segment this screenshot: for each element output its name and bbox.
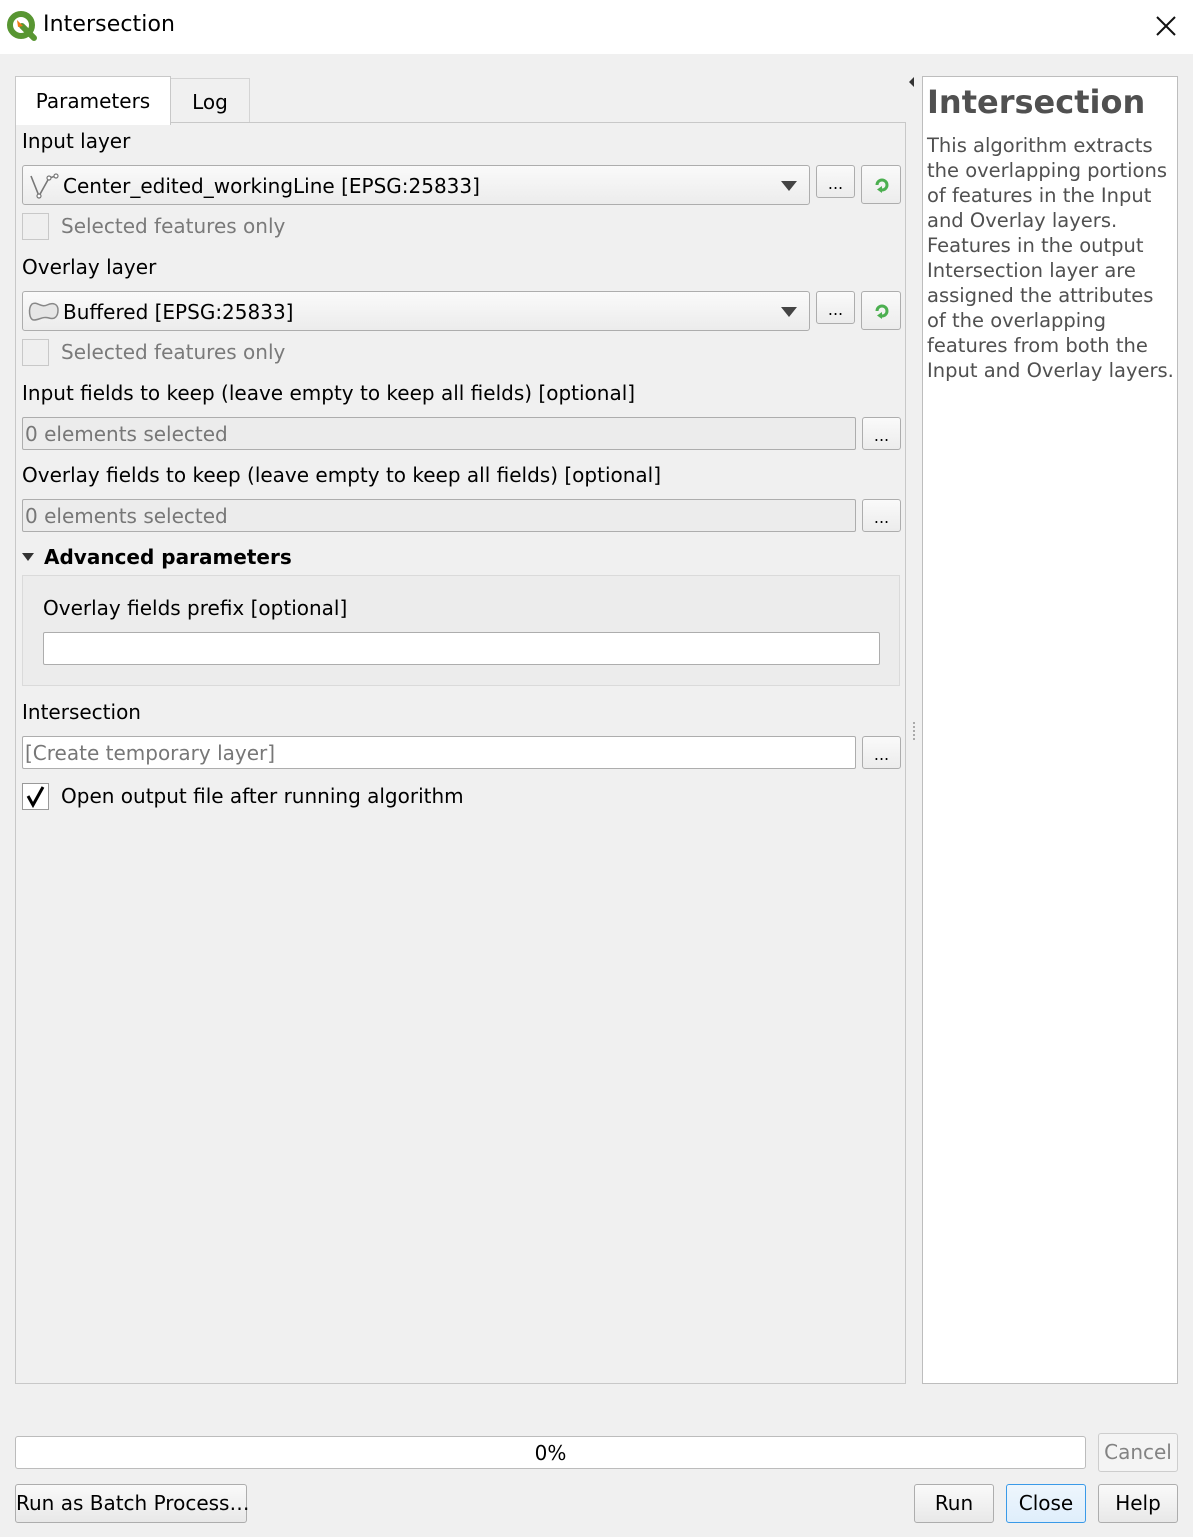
advanced-parameters-toggle[interactable]: Advanced parameters (22, 545, 292, 569)
input-layer-iterate-button[interactable] (861, 165, 901, 204)
input-layer-browse-button[interactable]: ... (816, 165, 855, 198)
input-fields-browse-button[interactable]: ... (862, 417, 901, 450)
tab-log[interactable]: Log (170, 78, 250, 124)
open-output-checkbox[interactable] (22, 783, 49, 810)
close-icon[interactable] (1152, 12, 1180, 40)
run-button[interactable]: Run (914, 1484, 994, 1523)
checkmark-icon (26, 786, 45, 809)
advanced-parameters-group: Overlay fields prefix [optional] (22, 575, 900, 686)
triangle-down-icon (22, 552, 34, 561)
progress-label: 0% (534, 1441, 567, 1465)
polygon-layer-icon (28, 302, 59, 321)
overlay-layer-iterate-button[interactable] (861, 291, 901, 330)
output-label: Intersection (22, 700, 141, 724)
help-title: Intersection (927, 83, 1146, 121)
chevron-down-icon (781, 307, 797, 317)
iterate-icon (875, 304, 889, 319)
close-button[interactable]: Close (1006, 1484, 1086, 1523)
cancel-button[interactable]: Cancel (1098, 1433, 1178, 1472)
overlay-layer-label: Overlay layer (22, 255, 157, 279)
line-layer-icon (30, 173, 59, 199)
iterate-icon (875, 178, 889, 193)
qgis-logo-icon (7, 11, 37, 41)
input-selected-only-label: Selected features only (61, 214, 286, 238)
input-fields-label: Input fields to keep (leave empty to kee… (22, 381, 636, 405)
overlay-fields-label: Overlay fields to keep (leave empty to k… (22, 463, 662, 487)
overlay-layer-browse-button[interactable]: ... (816, 291, 855, 324)
overlay-layer-value: Buffered [EPSG:25833] (63, 300, 294, 324)
overlay-fields-value: 0 elements selected (25, 504, 228, 528)
output-destination-field[interactable]: [Create temporary layer] (22, 736, 856, 769)
parameters-panel: Input layer Center_edited_workingLine [E… (15, 122, 906, 1384)
title-bar: Intersection (0, 0, 1193, 54)
run-as-batch-button[interactable]: Run as Batch Process… (15, 1484, 249, 1523)
help-button[interactable]: Help (1098, 1484, 1178, 1523)
collapse-help-arrow-icon[interactable] (909, 77, 914, 87)
advanced-parameters-label: Advanced parameters (44, 545, 292, 569)
input-fields-value: 0 elements selected (25, 422, 228, 446)
overlay-fields-field[interactable]: 0 elements selected (22, 499, 856, 532)
overlay-prefix-input[interactable] (43, 632, 880, 665)
input-layer-combo[interactable]: Center_edited_workingLine [EPSG:25833] (22, 165, 810, 205)
help-panel: Intersection This algorithm extracts the… (922, 76, 1178, 1384)
overlay-fields-browse-button[interactable]: ... (862, 499, 901, 532)
open-output-label: Open output file after running algorithm (61, 784, 464, 808)
overlay-selected-only-checkbox[interactable] (22, 339, 49, 366)
window-title: Intersection (43, 12, 176, 37)
input-layer-label: Input layer (22, 129, 131, 153)
output-browse-button[interactable]: ... (862, 736, 901, 769)
input-layer-value: Center_edited_workingLine [EPSG:25833] (63, 174, 480, 198)
input-fields-field[interactable]: 0 elements selected (22, 417, 856, 450)
overlay-selected-only-label: Selected features only (61, 340, 286, 364)
output-destination-placeholder: [Create temporary layer] (25, 741, 276, 765)
tab-parameters[interactable]: Parameters (15, 76, 171, 125)
input-selected-only-checkbox[interactable] (22, 213, 49, 240)
help-text: This algorithm extracts the overlapping … (927, 134, 1174, 382)
overlay-layer-combo[interactable]: Buffered [EPSG:25833] (22, 291, 810, 331)
splitter-handle[interactable] (913, 722, 915, 740)
progress-bar: 0% (15, 1436, 1086, 1469)
overlay-prefix-label: Overlay fields prefix [optional] (43, 596, 348, 620)
chevron-down-icon (781, 181, 797, 191)
